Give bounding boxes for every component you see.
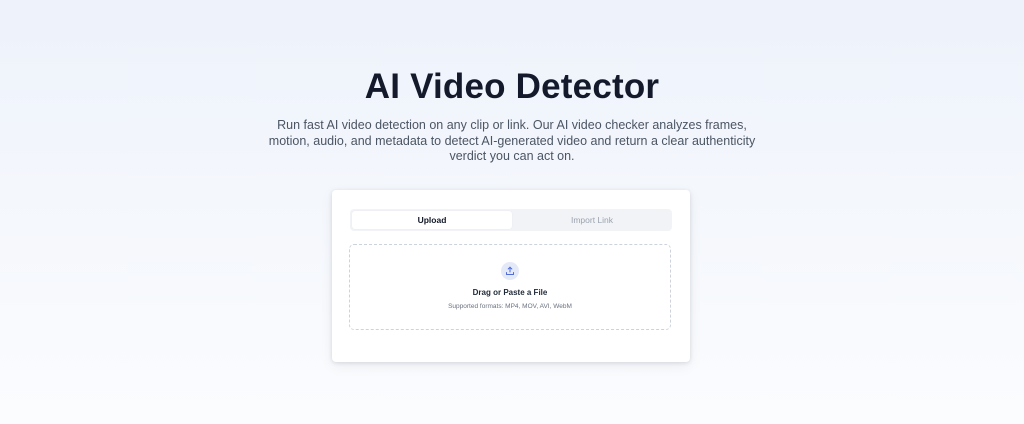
upload-card: Upload Import Link Drag or Paste a File … — [332, 190, 690, 362]
tab-upload[interactable]: Upload — [352, 211, 512, 229]
tab-bar: Upload Import Link — [350, 209, 672, 231]
tab-import-link[interactable]: Import Link — [512, 209, 672, 231]
dropzone-title: Drag or Paste a File — [472, 288, 548, 297]
upload-icon — [501, 262, 519, 280]
hero-section: AI Video Detector Run fast AI video dete… — [0, 0, 1024, 424]
page-title: AI Video Detector — [364, 67, 660, 106]
upload-icon-glyph — [506, 266, 514, 275]
dropzone-formats: Supported formats: MP4, MOV, AVI, WebM — [448, 303, 572, 310]
file-dropzone[interactable]: Drag or Paste a File Supported formats: … — [349, 244, 671, 330]
page-subtitle: Run fast AI video detection on any clip … — [268, 118, 756, 163]
